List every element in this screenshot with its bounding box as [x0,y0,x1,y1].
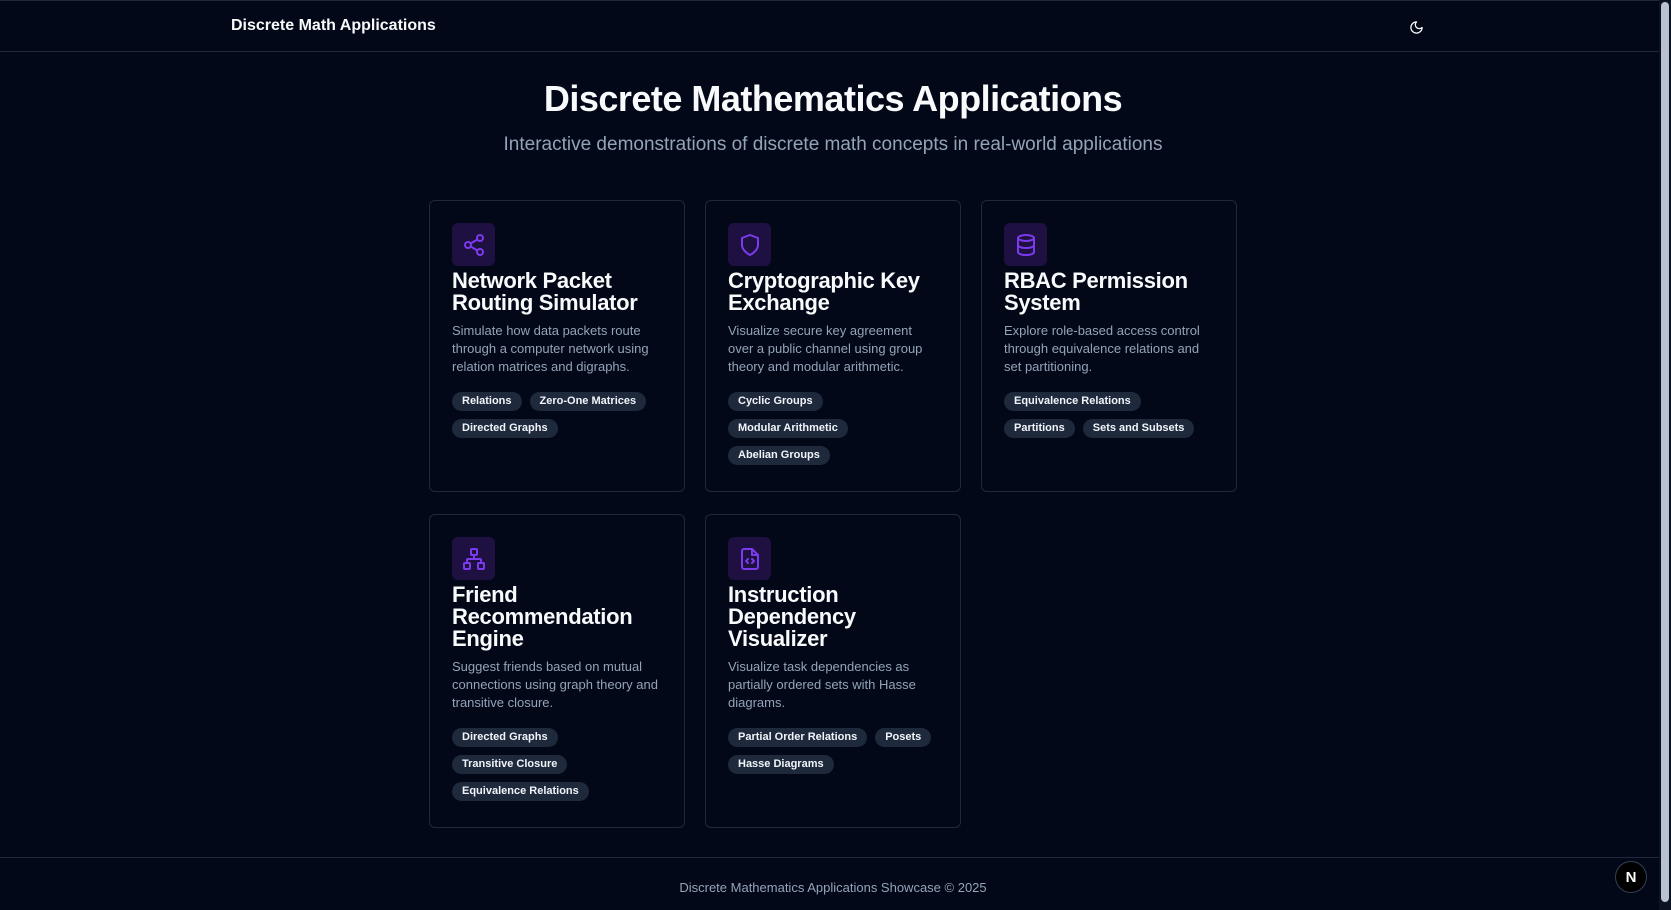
tag: Cyclic Groups [728,392,823,411]
card-rbac-permission-system[interactable]: RBAC Permission System Explore role-base… [981,200,1237,492]
card-icon-box [1004,223,1047,266]
card-description: Simulate how data packets route through … [452,323,649,374]
card-title: Friend Recommendation Engine [452,582,633,651]
page-subtitle: Interactive demonstrations of discrete m… [503,134,1163,155]
network-icon [462,547,485,570]
card-icon-box [452,223,495,266]
card-friend-recommendation-engine[interactable]: Friend Recommendation Engine Suggest fri… [429,514,685,828]
brand-link[interactable]: Discrete Math Applications [231,17,436,35]
footer-copyright: Discrete Mathematics Applications Showca… [679,880,987,895]
tag-list: Relations Zero-One Matrices Directed Gra… [452,392,666,438]
tag-list: Cyclic Groups Modular Arithmetic Abelian… [728,392,942,465]
card-title: RBAC Permission System [1004,268,1188,315]
shield-icon [740,233,759,256]
card-icon-box [728,223,771,266]
tag: Equivalence Relations [1004,392,1141,411]
moon-icon [1409,20,1423,34]
tag: Hasse Diagrams [728,755,834,774]
card-icon-box [728,537,771,580]
card-title: Cryptographic Key Exchange [728,268,920,315]
tag: Sets and Subsets [1082,419,1195,438]
share-icon [463,233,484,256]
tag: Equivalence Relations [452,782,589,801]
theme-toggle-button[interactable] [1404,15,1428,39]
scrollbar-thumb[interactable] [1661,2,1669,902]
card-title: Network Packet Routing Simulator [452,268,638,315]
card-description: Visualize secure key agreement over a pu… [728,323,923,374]
card-instruction-dependency-visualizer[interactable]: Instruction Dependency Visualizer Visual… [705,514,961,828]
page-title: Discrete Mathematics Applications [543,78,1123,119]
dev-tools-badge[interactable]: N [1615,861,1647,893]
card-icon-box [452,537,495,580]
tag: Modular Arithmetic [728,419,848,438]
tag: Relations [452,392,522,411]
tag: Abelian Groups [728,446,830,465]
tag-list: Equivalence Relations Partitions Sets an… [1004,392,1218,438]
tag: Directed Graphs [452,419,558,438]
card-description: Suggest friends based on mutual connecti… [452,659,658,710]
tag: Transitive Closure [452,755,568,774]
tag: Posets [875,728,932,747]
tag: Zero-One Matrices [529,392,647,411]
tag-list: Partial Order Relations Posets Hasse Dia… [728,728,942,774]
database-icon [1016,233,1035,256]
tag: Directed Graphs [452,728,558,747]
scrollbar-track[interactable] [1659,0,1671,910]
card-title: Instruction Dependency Visualizer [728,582,856,651]
card-description: Visualize task dependencies as partially… [728,659,916,710]
card-network-packet-routing[interactable]: Network Packet Routing Simulator Simulat… [429,200,685,492]
card-cryptographic-key-exchange[interactable]: Cryptographic Key Exchange Visualize sec… [705,200,961,492]
tag: Partitions [1004,419,1075,438]
tag: Partial Order Relations [728,728,868,747]
card-description: Explore role-based access control throug… [1004,323,1200,374]
file-code-icon [740,547,759,570]
tag-list: Directed Graphs Transitive Closure Equiv… [452,728,666,801]
page: Discrete Math Applications Discrete Math… [0,0,1671,910]
footer: Discrete Mathematics Applications Showca… [0,857,1659,910]
top-nav: Discrete Math Applications [0,0,1659,52]
